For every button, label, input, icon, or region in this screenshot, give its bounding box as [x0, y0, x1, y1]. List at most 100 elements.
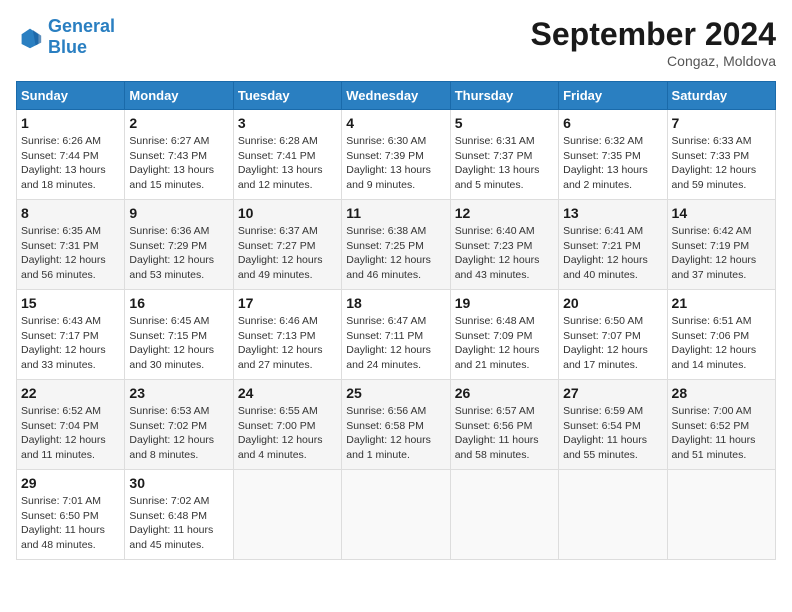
day-number: 26 [455, 385, 554, 401]
calendar-cell: 14 Sunrise: 6:42 AM Sunset: 7:19 PM Dayli… [667, 200, 775, 290]
calendar-cell: 5 Sunrise: 6:31 AM Sunset: 7:37 PM Daylig… [450, 110, 558, 200]
day-number: 23 [129, 385, 228, 401]
calendar-cell: 29 Sunrise: 7:01 AM Sunset: 6:50 PM Dayli… [17, 470, 125, 560]
week-row-5: 29 Sunrise: 7:01 AM Sunset: 6:50 PM Dayli… [17, 470, 776, 560]
day-number: 20 [563, 295, 662, 311]
title-block: September 2024 Congaz, Moldova [531, 16, 776, 69]
logo: GeneralBlue [16, 16, 115, 58]
day-number: 21 [672, 295, 771, 311]
logo-text: GeneralBlue [48, 16, 115, 57]
col-header-sunday: Sunday [17, 82, 125, 110]
calendar-cell: 30 Sunrise: 7:02 AM Sunset: 6:48 PM Dayli… [125, 470, 233, 560]
day-number: 30 [129, 475, 228, 491]
calendar-cell [450, 470, 558, 560]
day-number: 3 [238, 115, 337, 131]
day-info: Sunrise: 6:42 AM Sunset: 7:19 PM Dayligh… [672, 224, 771, 283]
calendar-cell: 24 Sunrise: 6:55 AM Sunset: 7:00 PM Dayli… [233, 380, 341, 470]
day-info: Sunrise: 6:48 AM Sunset: 7:09 PM Dayligh… [455, 314, 554, 373]
day-info: Sunrise: 6:26 AM Sunset: 7:44 PM Dayligh… [21, 134, 120, 193]
week-row-1: 1 Sunrise: 6:26 AM Sunset: 7:44 PM Daylig… [17, 110, 776, 200]
day-number: 28 [672, 385, 771, 401]
page-header: GeneralBlue September 2024 Congaz, Moldo… [16, 16, 776, 69]
calendar-cell: 8 Sunrise: 6:35 AM Sunset: 7:31 PM Daylig… [17, 200, 125, 290]
day-info: Sunrise: 6:59 AM Sunset: 6:54 PM Dayligh… [563, 404, 662, 463]
month-title: September 2024 [531, 16, 776, 53]
day-number: 11 [346, 205, 445, 221]
day-info: Sunrise: 6:41 AM Sunset: 7:21 PM Dayligh… [563, 224, 662, 283]
day-info: Sunrise: 6:47 AM Sunset: 7:11 PM Dayligh… [346, 314, 445, 373]
calendar-cell: 10 Sunrise: 6:37 AM Sunset: 7:27 PM Dayli… [233, 200, 341, 290]
day-info: Sunrise: 6:27 AM Sunset: 7:43 PM Dayligh… [129, 134, 228, 193]
calendar-cell: 1 Sunrise: 6:26 AM Sunset: 7:44 PM Daylig… [17, 110, 125, 200]
day-number: 27 [563, 385, 662, 401]
day-info: Sunrise: 6:31 AM Sunset: 7:37 PM Dayligh… [455, 134, 554, 193]
day-number: 22 [21, 385, 120, 401]
day-number: 19 [455, 295, 554, 311]
day-info: Sunrise: 6:32 AM Sunset: 7:35 PM Dayligh… [563, 134, 662, 193]
day-number: 12 [455, 205, 554, 221]
week-row-3: 15Sunrise: 6:43 AM Sunset: 7:17 PM Dayli… [17, 290, 776, 380]
day-number: 2 [129, 115, 228, 131]
calendar-cell: 19 Sunrise: 6:48 AM Sunset: 7:09 PM Dayli… [450, 290, 558, 380]
day-number: 15 [21, 295, 120, 311]
calendar-cell: 21Sunrise: 6:51 AM Sunset: 7:06 PM Dayli… [667, 290, 775, 380]
day-info: Sunrise: 6:46 AM Sunset: 7:13 PM Dayligh… [238, 314, 337, 373]
day-number: 29 [21, 475, 120, 491]
day-info: Sunrise: 6:28 AM Sunset: 7:41 PM Dayligh… [238, 134, 337, 193]
calendar-cell: 23 Sunrise: 6:53 AM Sunset: 7:02 PM Dayli… [125, 380, 233, 470]
col-header-thursday: Thursday [450, 82, 558, 110]
day-info: Sunrise: 6:53 AM Sunset: 7:02 PM Dayligh… [129, 404, 228, 463]
col-header-monday: Monday [125, 82, 233, 110]
week-row-4: 22Sunrise: 6:52 AM Sunset: 7:04 PM Dayli… [17, 380, 776, 470]
day-number: 4 [346, 115, 445, 131]
col-header-wednesday: Wednesday [342, 82, 450, 110]
day-info: Sunrise: 6:50 AM Sunset: 7:07 PM Dayligh… [563, 314, 662, 373]
calendar-cell: 12 Sunrise: 6:40 AM Sunset: 7:23 PM Dayli… [450, 200, 558, 290]
day-info: Sunrise: 6:57 AM Sunset: 6:56 PM Dayligh… [455, 404, 554, 463]
day-number: 17 [238, 295, 337, 311]
day-number: 7 [672, 115, 771, 131]
day-info: Sunrise: 6:38 AM Sunset: 7:25 PM Dayligh… [346, 224, 445, 283]
calendar-cell [342, 470, 450, 560]
day-info: Sunrise: 7:01 AM Sunset: 6:50 PM Dayligh… [21, 494, 120, 553]
calendar-cell: 25 Sunrise: 6:56 AM Sunset: 6:58 PM Dayli… [342, 380, 450, 470]
calendar-cell: 26 Sunrise: 6:57 AM Sunset: 6:56 PM Dayli… [450, 380, 558, 470]
day-number: 6 [563, 115, 662, 131]
week-row-2: 8 Sunrise: 6:35 AM Sunset: 7:31 PM Daylig… [17, 200, 776, 290]
calendar-cell: 4Sunrise: 6:30 AM Sunset: 7:39 PM Daylig… [342, 110, 450, 200]
day-info: Sunrise: 6:40 AM Sunset: 7:23 PM Dayligh… [455, 224, 554, 283]
calendar-cell: 20 Sunrise: 6:50 AM Sunset: 7:07 PM Dayli… [559, 290, 667, 380]
calendar-cell: 22Sunrise: 6:52 AM Sunset: 7:04 PM Dayli… [17, 380, 125, 470]
day-number: 18 [346, 295, 445, 311]
calendar-cell [559, 470, 667, 560]
day-info: Sunrise: 6:55 AM Sunset: 7:00 PM Dayligh… [238, 404, 337, 463]
day-number: 8 [21, 205, 120, 221]
header-row: SundayMondayTuesdayWednesdayThursdayFrid… [17, 82, 776, 110]
day-info: Sunrise: 6:35 AM Sunset: 7:31 PM Dayligh… [21, 224, 120, 283]
day-number: 13 [563, 205, 662, 221]
calendar-cell: 28Sunrise: 7:00 AM Sunset: 6:52 PM Dayli… [667, 380, 775, 470]
calendar-table: SundayMondayTuesdayWednesdayThursdayFrid… [16, 81, 776, 560]
day-number: 1 [21, 115, 120, 131]
day-number: 5 [455, 115, 554, 131]
day-info: Sunrise: 6:33 AM Sunset: 7:33 PM Dayligh… [672, 134, 771, 193]
calendar-cell: 9 Sunrise: 6:36 AM Sunset: 7:29 PM Daylig… [125, 200, 233, 290]
col-header-saturday: Saturday [667, 82, 775, 110]
calendar-cell: 27 Sunrise: 6:59 AM Sunset: 6:54 PM Dayli… [559, 380, 667, 470]
location: Congaz, Moldova [531, 53, 776, 69]
day-info: Sunrise: 6:56 AM Sunset: 6:58 PM Dayligh… [346, 404, 445, 463]
calendar-cell: 17 Sunrise: 6:46 AM Sunset: 7:13 PM Dayli… [233, 290, 341, 380]
day-number: 14 [672, 205, 771, 221]
logo-icon [16, 23, 44, 51]
day-number: 25 [346, 385, 445, 401]
day-info: Sunrise: 7:02 AM Sunset: 6:48 PM Dayligh… [129, 494, 228, 553]
day-number: 24 [238, 385, 337, 401]
day-info: Sunrise: 6:37 AM Sunset: 7:27 PM Dayligh… [238, 224, 337, 283]
calendar-cell [667, 470, 775, 560]
day-number: 9 [129, 205, 228, 221]
calendar-cell: 6 Sunrise: 6:32 AM Sunset: 7:35 PM Daylig… [559, 110, 667, 200]
calendar-cell: 15Sunrise: 6:43 AM Sunset: 7:17 PM Dayli… [17, 290, 125, 380]
calendar-cell: 2 Sunrise: 6:27 AM Sunset: 7:43 PM Daylig… [125, 110, 233, 200]
day-info: Sunrise: 6:36 AM Sunset: 7:29 PM Dayligh… [129, 224, 228, 283]
day-number: 10 [238, 205, 337, 221]
